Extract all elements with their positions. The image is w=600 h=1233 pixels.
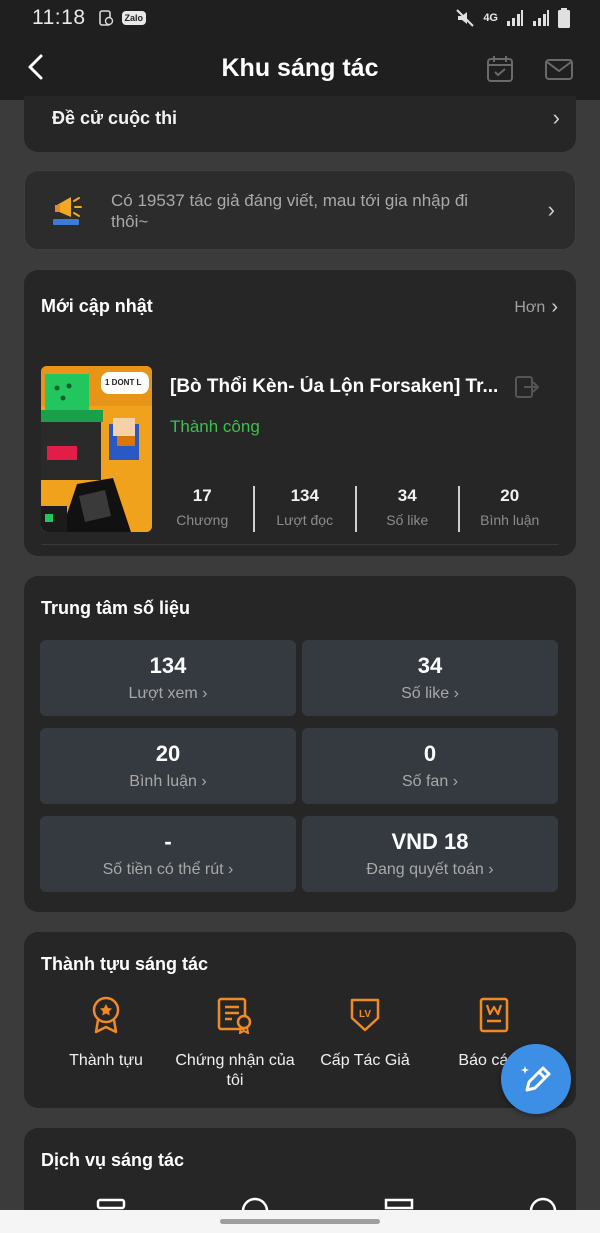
stat-likes: 34 Số like (357, 486, 458, 532)
export-icon[interactable] (514, 374, 540, 400)
certificate-icon (217, 997, 252, 1035)
data-center-title: Trung tâm số liệu (41, 598, 191, 618)
chevron-right-icon: › (547, 197, 555, 222)
chevron-right-icon: › (453, 685, 459, 702)
stat-comments-value: 20 (500, 486, 520, 505)
withdrawable-value: - (164, 829, 172, 854)
views-value: 134 (149, 653, 187, 678)
megaphone-icon (53, 197, 82, 225)
settling-label: Đang quyết toán (366, 861, 484, 878)
recent-updates-card: Mới cập nhật Hơn › 1 DONT L [Bò Thổi Kèn (24, 270, 576, 556)
stat-reads-label: Lượt đọc (276, 512, 334, 528)
home-indicator[interactable] (220, 1219, 380, 1224)
chevron-right-icon: › (201, 773, 207, 790)
contest-nomination-card[interactable]: Đề cử cuộc thi › (24, 96, 576, 152)
views-label: Lượt xem (128, 685, 198, 702)
home-indicator-bar (0, 1210, 600, 1233)
stat-reads: 134 Lượt đọc (255, 486, 356, 532)
comments-label: Bình luận (129, 773, 197, 790)
divider (41, 544, 559, 545)
chevron-right-icon: › (551, 296, 558, 318)
report-icon (479, 997, 509, 1033)
level-shield-icon: LV (350, 998, 380, 1032)
battery-icon (558, 8, 570, 28)
stat-comments-label: Bình luận (480, 512, 540, 528)
data-center-card: Trung tâm số liệu 134 Lượt xem › 34 Số l… (24, 576, 576, 912)
signal-icon-2 (533, 10, 549, 26)
contest-nomination-label: Đề cử cuộc thi (52, 107, 178, 128)
mail-icon[interactable] (544, 54, 574, 84)
stat-likes-value: 34 (397, 486, 417, 505)
data-center-grid: 134 Lượt xem › 34 Số like › 20 Bình luận… (40, 640, 560, 892)
book-stats: 17 Chương 134 Lượt đọc 34 Số like 20 Bìn… (152, 486, 560, 532)
achievements-title: Thành tựu sáng tác (41, 954, 209, 974)
achievement-item-level[interactable]: LV Cấp Tác Giả (300, 996, 430, 1071)
more-label: Hơn (514, 298, 546, 316)
achievements-card: Thành tựu sáng tác Thành tựu Chứng nhận … (24, 932, 576, 1108)
status-bar: 11:18 Zalo 4G (0, 0, 600, 36)
views-stat[interactable]: 134 Lượt xem › (40, 640, 296, 716)
chevron-right-icon: › (452, 773, 459, 790)
stat-likes-label: Số like (386, 512, 429, 528)
signal-icon-1 (507, 10, 523, 26)
mute-icon (456, 9, 475, 27)
book-title[interactable]: [Bò Thổi Kèn- Ủa Lộn Forsaken] Tr... (170, 376, 510, 398)
book-cover[interactable]: 1 DONT L (41, 366, 152, 532)
stat-chapters: 17 Chương (152, 486, 253, 532)
write-fab-button[interactable] (501, 1044, 571, 1114)
comments-value: 20 (155, 741, 181, 766)
likes-label: Số like (401, 685, 450, 702)
achievement-label-level: Cấp Tác Giả (320, 1052, 410, 1069)
back-button[interactable] (20, 50, 50, 84)
settling-stat[interactable]: VND 18 Đang quyết toán › (302, 816, 558, 892)
achievement-label-medal: Thành tựu (69, 1052, 143, 1069)
writing-services-title: Dịch vụ sáng tác (41, 1150, 185, 1170)
cover-speech-text: 1 DONT L (105, 378, 142, 387)
chevron-right-icon: › (202, 685, 208, 702)
publish-status: Thành công (170, 417, 260, 436)
chevron-right-icon: › (552, 105, 560, 130)
top-nav-bar: Khu sáng tác (0, 36, 600, 100)
page-title: Khu sáng tác (221, 53, 379, 82)
comments-stat[interactable]: 20 Bình luận › (40, 728, 296, 804)
fans-stat[interactable]: 0 Số fan › (302, 728, 558, 804)
stat-chapters-value: 17 (192, 486, 212, 505)
svg-text:LV: LV (359, 1009, 371, 1020)
magic-pen-icon (521, 1066, 551, 1092)
status-time: 11:18 (32, 6, 86, 29)
banner-text: Có 19537 tác giả đáng viết, mau tới gia … (111, 191, 469, 231)
withdrawable-stat[interactable]: - Số tiền có thể rút › (40, 816, 296, 892)
zalo-notification-icon: Zalo (121, 11, 147, 25)
chevron-left-icon (28, 54, 43, 80)
stat-chapters-label: Chương (176, 512, 229, 528)
achievement-item-certificate[interactable]: Chứng nhận của tôi (170, 996, 300, 1091)
recent-updates-title: Mới cập nhật (41, 296, 153, 316)
calendar-icon[interactable] (485, 54, 515, 84)
fans-value: 0 (423, 741, 437, 766)
book-cover-image (41, 366, 152, 532)
settling-value: VND 18 (391, 829, 469, 854)
author-recruit-banner[interactable]: Có 19537 tác giả đáng viết, mau tới gia … (24, 170, 576, 250)
network-type: 4G (483, 12, 498, 24)
achievement-label-certificate: Chứng nhận của tôi (175, 1052, 295, 1089)
chevron-right-icon: › (228, 861, 234, 878)
alarm-phone-icon (98, 10, 113, 26)
more-link[interactable]: Hơn › (514, 296, 558, 319)
withdrawable-label: Số tiền có thể rút (102, 861, 224, 878)
medal-icon (92, 996, 120, 1034)
chevron-right-icon: › (488, 861, 494, 878)
fans-label: Số fan (401, 773, 449, 790)
achievement-item-medal[interactable]: Thành tựu (41, 996, 171, 1071)
likes-stat[interactable]: 34 Số like › (302, 640, 558, 716)
stat-reads-value: 134 (290, 486, 319, 505)
stat-comments: 20 Bình luận (460, 486, 561, 532)
likes-value: 34 (417, 653, 443, 678)
